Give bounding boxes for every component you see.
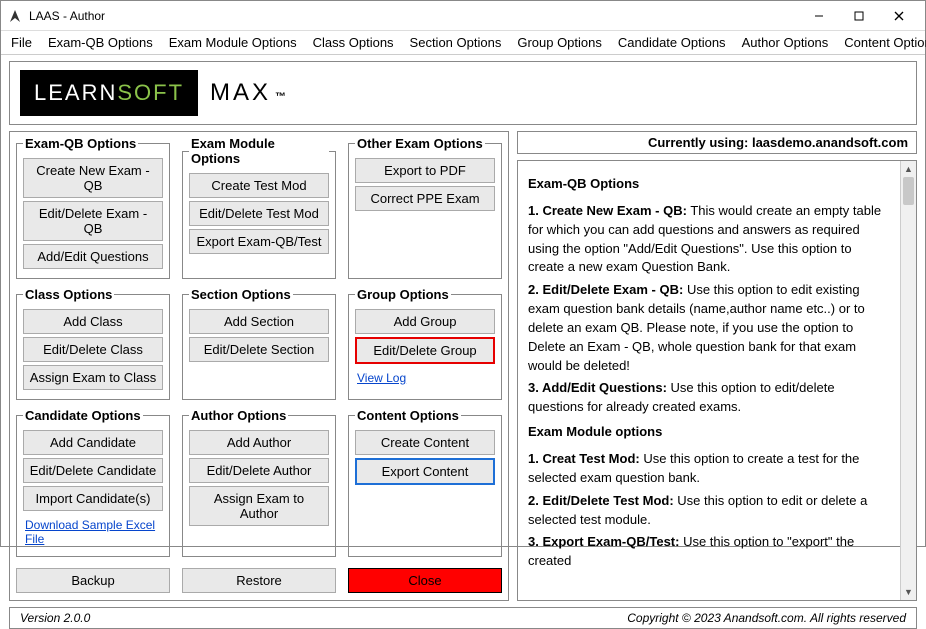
edit-delete-test-mod-button[interactable]: Edit/Delete Test Mod [189,201,329,226]
logo: LEARNSOFT MAX ™ [20,70,286,116]
menu-exam-qb[interactable]: Exam-QB Options [48,35,153,50]
restore-button[interactable]: Restore [182,568,336,593]
menu-group[interactable]: Group Options [517,35,602,50]
menu-candidate[interactable]: Candidate Options [618,35,726,50]
exam-qb-title: Exam-QB Options [23,136,138,151]
exam-qb-options-group: Exam-QB Options Create New Exam - QB Edi… [16,136,170,279]
edit-delete-exam-qb-button[interactable]: Edit/Delete Exam - QB [23,201,163,241]
edit-delete-candidate-button[interactable]: Edit/Delete Candidate [23,458,163,483]
class-options-group: Class Options Add Class Edit/Delete Clas… [16,287,170,400]
menu-file[interactable]: File [11,35,32,50]
options-panel: Exam-QB Options Create New Exam - QB Edi… [9,131,509,601]
help-p4-lead: 1. Creat Test Mod: [528,451,640,466]
menu-bar: File Exam-QB Options Exam Module Options… [1,31,925,55]
title-bar: LAAS - Author [1,1,925,31]
logo-tm: ™ [275,91,286,103]
export-to-pdf-button[interactable]: Export to PDF [355,158,495,183]
help-p1-lead: 1. Create New Exam - QB: [528,203,687,218]
logo-area: LEARNSOFT MAX ™ [9,61,917,125]
edit-delete-author-button[interactable]: Edit/Delete Author [189,458,329,483]
download-sample-excel-link[interactable]: Download Sample Excel File [25,518,161,546]
section-options-title: Section Options [189,287,293,302]
close-window-button[interactable] [879,2,919,30]
view-log-link[interactable]: View Log [357,371,406,385]
content-options-group: Content Options Create Content Export Co… [348,408,502,557]
copyright-label: Copyright © 2023 Anandsoft.com. All righ… [627,611,906,625]
add-author-button[interactable]: Add Author [189,430,329,455]
export-content-button[interactable]: Export Content [355,458,495,485]
section-options-group: Section Options Add Section Edit/Delete … [182,287,336,400]
edit-delete-section-button[interactable]: Edit/Delete Section [189,337,329,362]
logo-learn: LEARN [34,80,117,105]
create-test-mod-button[interactable]: Create Test Mod [189,173,329,198]
add-edit-questions-button[interactable]: Add/Edit Questions [23,244,163,269]
exam-module-options-group: Exam Module Options Create Test Mod Edit… [182,136,336,279]
help-p6-lead: 3. Export Exam-QB/Test: [528,534,679,549]
content-options-title: Content Options [355,408,461,423]
author-options-group: Author Options Add Author Edit/Delete Au… [182,408,336,557]
exam-module-title: Exam Module Options [189,136,329,166]
import-candidates-button[interactable]: Import Candidate(s) [23,486,163,511]
add-section-button[interactable]: Add Section [189,309,329,334]
create-content-button[interactable]: Create Content [355,430,495,455]
menu-class[interactable]: Class Options [313,35,394,50]
version-label: Version 2.0.0 [20,611,90,625]
add-group-button[interactable]: Add Group [355,309,495,334]
other-exam-options-group: Other Exam Options Export to PDF Correct… [348,136,502,279]
edit-delete-group-button[interactable]: Edit/Delete Group [355,337,495,364]
help-p2-lead: 2. Edit/Delete Exam - QB: [528,282,683,297]
help-panel: Exam-QB Options 1. Create New Exam - QB:… [517,160,917,601]
export-exam-qb-test-button[interactable]: Export Exam-QB/Test [189,229,329,254]
correct-ppe-exam-button[interactable]: Correct PPE Exam [355,186,495,211]
other-exam-title: Other Exam Options [355,136,485,151]
menu-exam-module[interactable]: Exam Module Options [169,35,297,50]
backup-button[interactable]: Backup [16,568,170,593]
close-button[interactable]: Close [348,568,502,593]
scroll-down-icon[interactable]: ▼ [901,584,916,600]
menu-section[interactable]: Section Options [410,35,502,50]
footer-bar: Version 2.0.0 Copyright © 2023 Anandsoft… [9,607,917,629]
candidate-options-title: Candidate Options [23,408,143,423]
assign-exam-to-class-button[interactable]: Assign Exam to Class [23,365,163,390]
app-icon [7,8,23,24]
help-heading-1: Exam-QB Options [528,175,890,194]
add-candidate-button[interactable]: Add Candidate [23,430,163,455]
maximize-button[interactable] [839,2,879,30]
logo-max: MAX [210,79,271,107]
minimize-button[interactable] [799,2,839,30]
help-p5-lead: 2. Edit/Delete Test Mod: [528,493,674,508]
menu-author[interactable]: Author Options [742,35,829,50]
add-class-button[interactable]: Add Class [23,309,163,334]
class-options-title: Class Options [23,287,114,302]
group-options-title: Group Options [355,287,451,302]
scroll-up-icon[interactable]: ▲ [901,161,916,177]
candidate-options-group: Candidate Options Add Candidate Edit/Del… [16,408,170,557]
logo-soft: SOFT [117,80,184,105]
help-p3-lead: 3. Add/Edit Questions: [528,380,667,395]
menu-content[interactable]: Content Options [844,35,926,50]
group-options-group: Group Options Add Group Edit/Delete Grou… [348,287,502,400]
currently-using-bar: Currently using: laasdemo.anandsoft.com [517,131,917,154]
scroll-thumb[interactable] [903,177,914,205]
create-new-exam-qb-button[interactable]: Create New Exam - QB [23,158,163,198]
window-title: LAAS - Author [29,9,799,23]
assign-exam-to-author-button[interactable]: Assign Exam to Author [189,486,329,526]
author-options-title: Author Options [189,408,288,423]
help-scrollbar[interactable]: ▲ ▼ [900,161,916,600]
edit-delete-class-button[interactable]: Edit/Delete Class [23,337,163,362]
help-heading-2: Exam Module options [528,423,890,442]
